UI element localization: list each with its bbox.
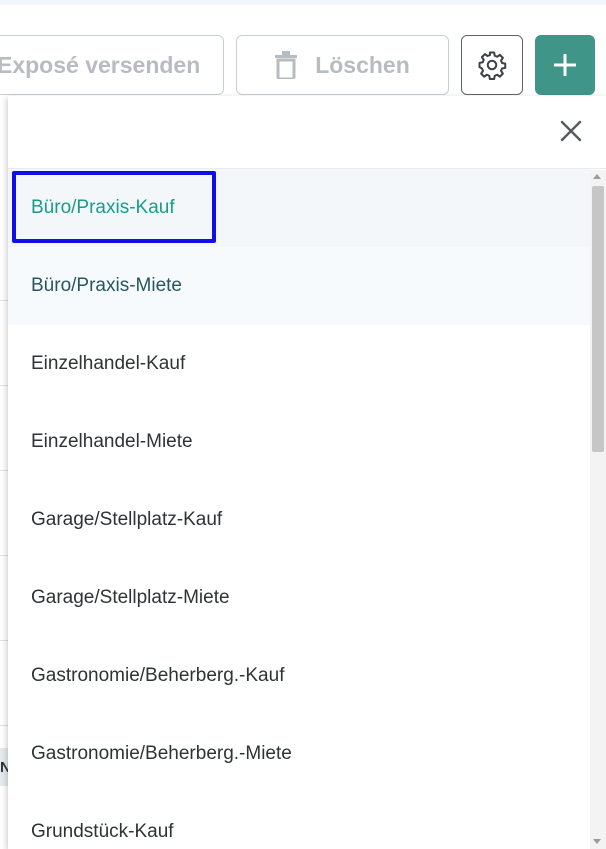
delete-button[interactable]: Löschen — [236, 35, 449, 95]
background-row-divider — [0, 640, 8, 641]
option-item[interactable]: Garage/Stellplatz-Kauf — [8, 481, 590, 559]
close-icon — [560, 120, 582, 142]
send-expose-label: Exposé versenden — [0, 51, 201, 78]
background-header-text: N — [0, 759, 8, 776]
option-item[interactable]: Einzelhandel-Kauf — [8, 325, 590, 403]
background-row-divider — [0, 300, 8, 301]
option-item[interactable]: Gastronomie/Beherberg.-Miete — [8, 715, 590, 793]
dropdown-header — [8, 96, 606, 169]
scroll-up-arrow-icon[interactable] — [593, 174, 601, 179]
background-row-divider — [0, 385, 8, 386]
scroll-down-arrow-icon[interactable] — [593, 839, 601, 844]
delete-label: Löschen — [315, 51, 410, 78]
option-item[interactable]: Einzelhandel-Miete — [8, 403, 590, 481]
scrollbar-thumb[interactable] — [592, 186, 604, 452]
top-strip — [0, 0, 606, 5]
background-row-divider — [0, 470, 8, 471]
gear-icon — [477, 50, 507, 80]
option-item[interactable]: Garage/Stellplatz-Miete — [8, 559, 590, 637]
background-row-divider — [0, 555, 8, 556]
focus-outline — [12, 171, 216, 243]
close-button[interactable] — [556, 116, 586, 146]
settings-button[interactable] — [461, 35, 523, 95]
dropdown-scrollbar[interactable] — [590, 170, 606, 849]
option-item[interactable]: Gastronomie/Beherberg.-Kauf — [8, 637, 590, 715]
send-expose-button[interactable]: Exposé versenden — [0, 35, 224, 95]
option-item[interactable]: Büro/Praxis-Miete — [8, 247, 590, 325]
plus-icon — [552, 52, 578, 78]
add-button[interactable] — [535, 35, 595, 95]
option-item[interactable]: Grundstück-Kauf — [8, 793, 590, 849]
option-list: Büro/Praxis-Kauf Büro/Praxis-Miete Einze… — [8, 169, 590, 849]
background-row-divider — [0, 725, 8, 726]
trash-icon — [275, 51, 298, 79]
